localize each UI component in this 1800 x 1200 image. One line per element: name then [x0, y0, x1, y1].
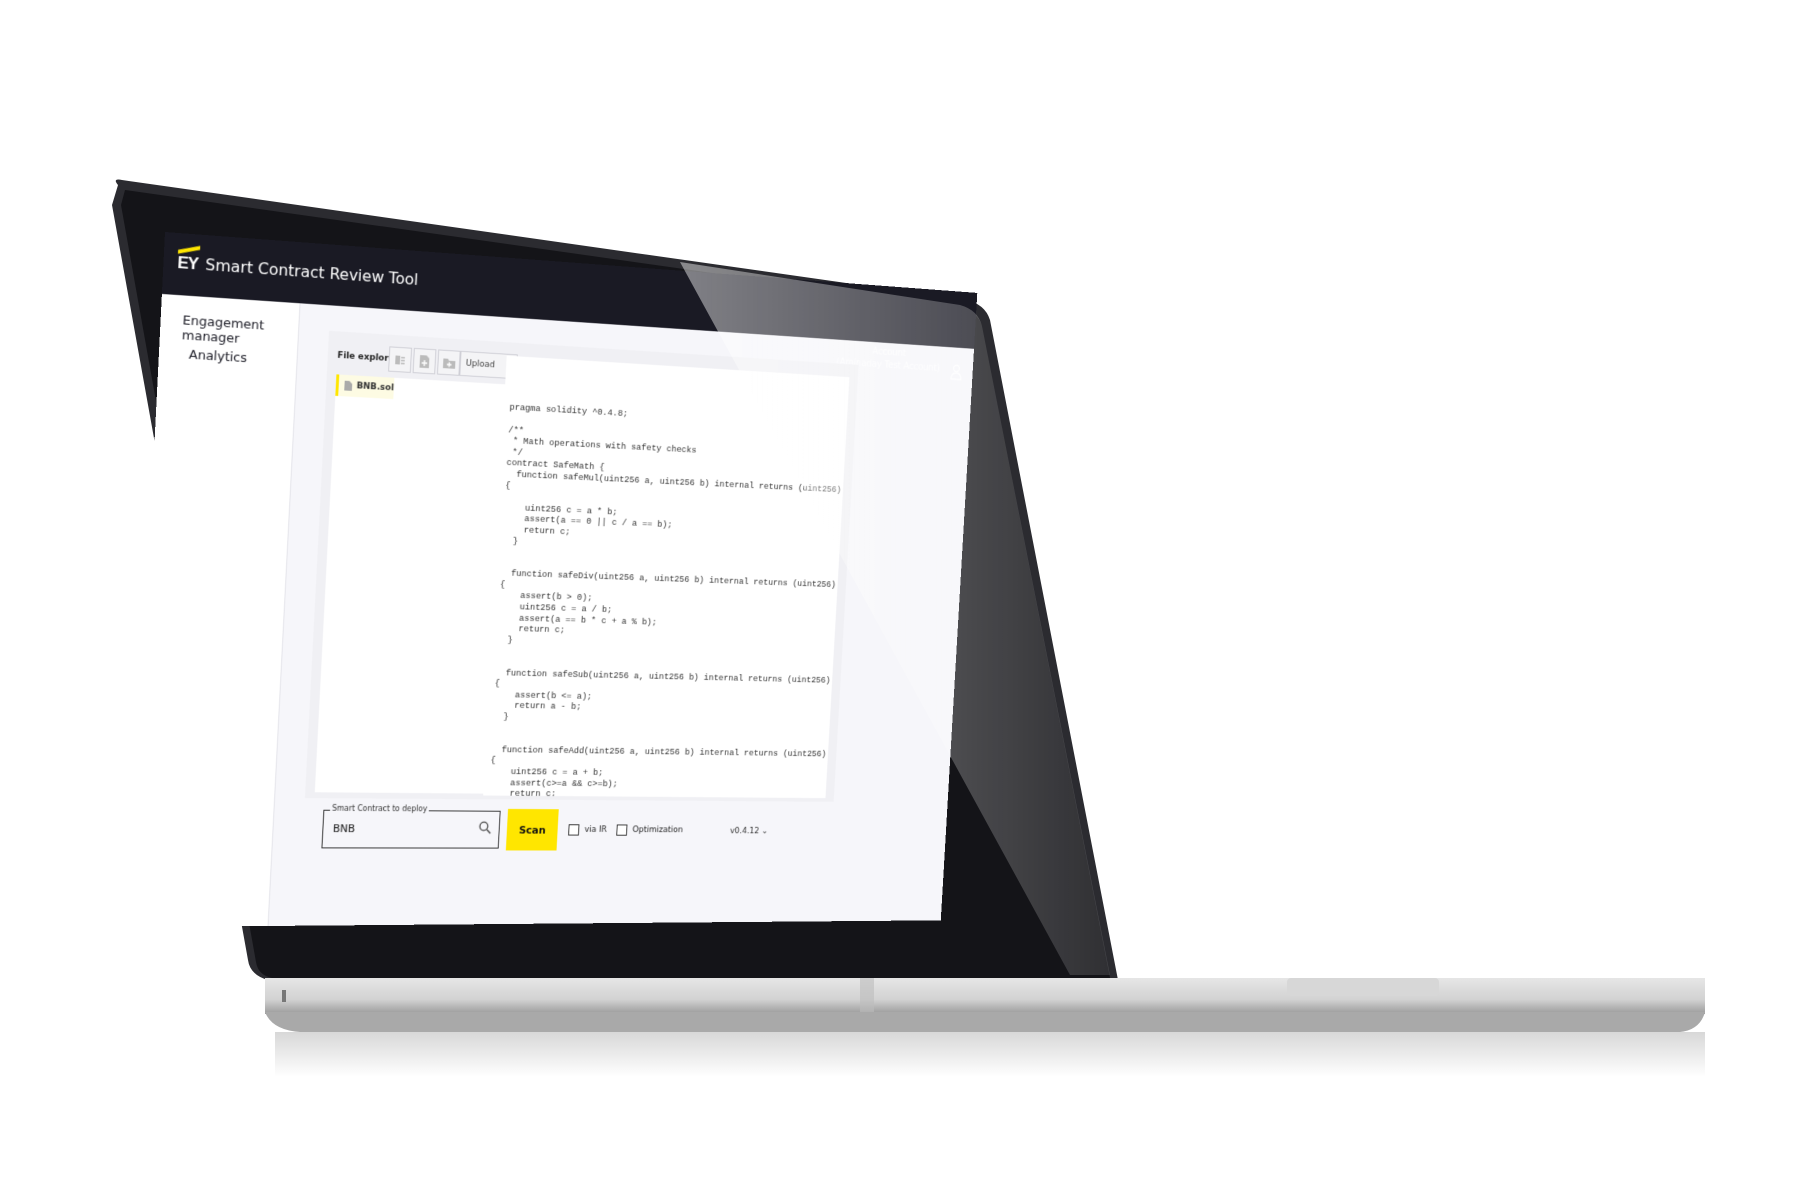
new-folder-button[interactable] [436, 349, 461, 376]
file-list: BNB.sol [314, 374, 506, 794]
deploy-field-label: Smart Contract to deploy [329, 803, 430, 814]
editor-panel: File explorer Upload ⌄ BNB.sol [304, 330, 859, 802]
shield-icon: ◉ [693, 356, 698, 358]
file-name: BNB.sol [356, 381, 395, 394]
app-title: Smart Contract Review Tool [204, 255, 419, 289]
ey-logo: EY [177, 253, 199, 274]
chevron-down-icon: ⌄ [761, 826, 769, 837]
new-file-button[interactable] [412, 347, 437, 375]
app-window: EY Smart Contract Review Tool Engagement… [130, 232, 978, 928]
code-text: pragma solidity ^0.4.8; /** * Math opera… [485, 402, 842, 798]
file-item[interactable]: BNB.sol [335, 374, 395, 400]
new-file-icon [419, 354, 431, 368]
optimization-box[interactable] [616, 824, 628, 836]
search-icon[interactable] [478, 821, 492, 834]
optimization-checkbox[interactable]: Optimization [616, 824, 684, 836]
extract-mainnet-label: Extract from Mainnet Address [701, 355, 826, 365]
contract-to-deploy-field[interactable]: Smart Contract to deploy BNB [321, 803, 501, 849]
select-tokens-label: Select from List of Tokens [586, 356, 704, 359]
code-line: return c; [488, 788, 557, 799]
new-folder-icon [442, 357, 456, 369]
extract-mainnet-button[interactable]: ◉ Extract from Mainnet Address [686, 355, 832, 371]
sidebar-item-engagement-manager[interactable]: Engagement manager [181, 313, 298, 350]
scan-button[interactable]: Scan [505, 808, 559, 851]
user-icon[interactable] [949, 364, 963, 381]
via-ir-box[interactable] [568, 824, 580, 836]
deploy-field-value: BNB [332, 822, 356, 835]
select-tokens-button[interactable]: ≡ Select from List of Tokens [570, 355, 711, 363]
delete-files-icon [395, 355, 405, 365]
upload-label: Upload [465, 358, 496, 371]
code-editor[interactable]: ≡ Select from List of Tokens ◉ Extract f… [483, 355, 850, 799]
sidebar-item-analytics[interactable]: Analytics [188, 348, 247, 366]
delete-files-button[interactable] [388, 346, 413, 373]
screen: EY Smart Contract Review Tool Engagement… [130, 232, 1085, 952]
file-icon [344, 380, 353, 391]
deploy-bar: Smart Contract to deploy BNB Scan via IR… [302, 803, 925, 862]
compiler-version-select[interactable]: v0.4.12 ⌄ [730, 827, 769, 836]
via-ir-checkbox[interactable]: via IR [568, 824, 608, 836]
optimization-label: Optimization [632, 825, 684, 835]
version-label: v0.4.12 [729, 826, 760, 837]
via-ir-label: via IR [584, 825, 608, 835]
